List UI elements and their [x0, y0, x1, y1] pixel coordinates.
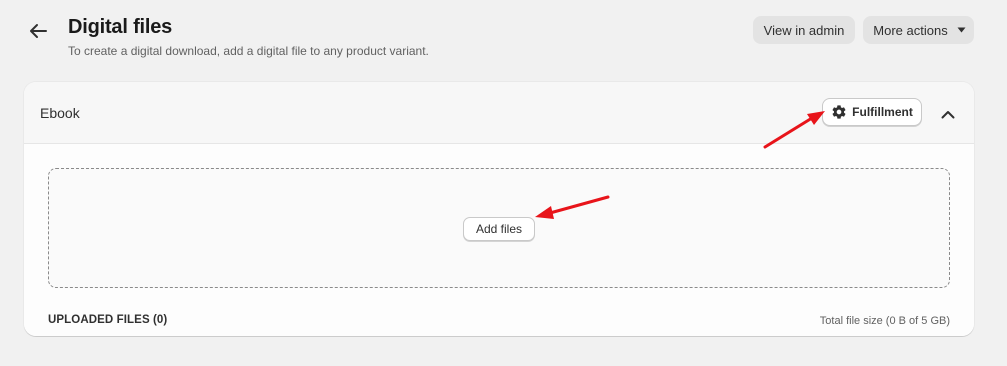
gear-icon — [832, 105, 846, 119]
more-actions-button[interactable]: More actions — [863, 16, 974, 44]
view-in-admin-button[interactable]: View in admin — [753, 16, 855, 44]
file-dropzone[interactable]: Add files — [48, 168, 950, 288]
more-actions-label: More actions — [873, 22, 948, 38]
add-files-label: Add files — [475, 222, 523, 236]
caret-down-icon — [957, 27, 966, 33]
arrow-left-icon — [30, 24, 47, 38]
card-header: Ebook Fulfillment — [24, 82, 974, 144]
page-header: Digital files To create a digital downlo… — [0, 0, 1007, 80]
uploaded-files-heading: UPLOADED FILES (0) — [48, 314, 168, 326]
page-title: Digital files — [68, 16, 173, 38]
card-title: Ebook — [40, 105, 80, 121]
fulfillment-button[interactable]: Fulfillment — [822, 98, 922, 126]
card-body: Add files UPLOADED FILES (0) Total file … — [24, 144, 974, 336]
fulfillment-label: Fulfillment — [852, 105, 913, 119]
ebook-card: Ebook Fulfillment Add files UPLOADED FIL… — [24, 82, 974, 336]
page-subtitle: To create a digital download, add a digi… — [68, 44, 429, 58]
view-in-admin-label: View in admin — [763, 22, 845, 38]
total-file-size: Total file size (0 B of 5 GB) — [819, 315, 950, 327]
chevron-up-icon — [941, 110, 955, 118]
back-button[interactable] — [24, 18, 52, 44]
add-files-button[interactable]: Add files — [463, 217, 535, 241]
collapse-button[interactable] — [936, 102, 960, 126]
